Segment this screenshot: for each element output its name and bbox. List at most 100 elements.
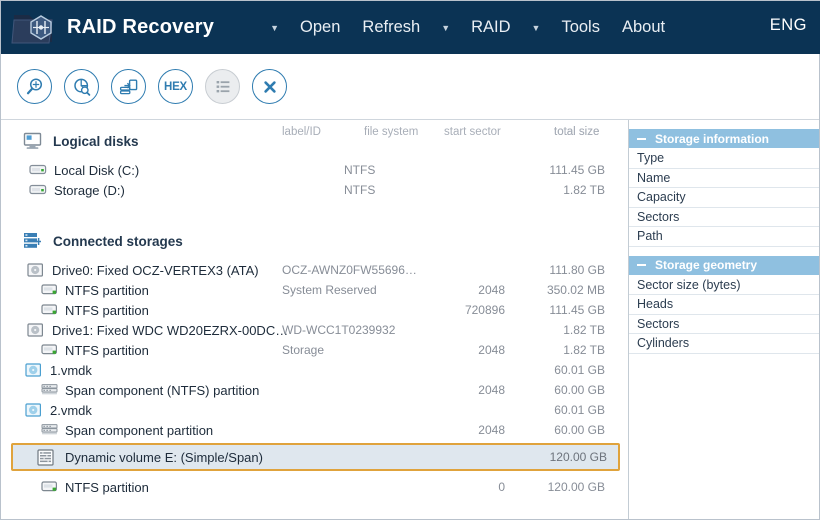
table-row[interactable]: 1.vmdk 60.01 GB — [1, 360, 628, 380]
property-row-heads[interactable]: Heads — [629, 295, 819, 315]
chevron-down-icon-tools[interactable]: ▼ — [532, 24, 541, 33]
chevron-down-icon-raid[interactable]: ▼ — [441, 24, 450, 33]
list-view-icon — [213, 77, 233, 97]
row-total-size: 350.02 MB — [501, 283, 605, 297]
minus-icon[interactable] — [637, 138, 646, 140]
table-row[interactable]: NTFS partition 720896 111.45 GB — [1, 300, 628, 320]
menu-item-tools[interactable]: Tools — [550, 18, 611, 37]
property-row-path[interactable]: Path — [629, 227, 819, 247]
minus-icon[interactable] — [637, 264, 646, 266]
row-total-size: 111.45 GB — [501, 163, 605, 177]
storage-information-title: Storage information — [655, 132, 769, 146]
property-row-type[interactable]: Type — [629, 149, 819, 169]
span-icon — [41, 423, 59, 437]
row-start-sector: 720896 — [401, 303, 505, 317]
menu-item-open[interactable]: Open — [289, 18, 351, 37]
chevron-down-icon-open[interactable]: ▼ — [270, 24, 279, 33]
partition-icon — [41, 283, 59, 297]
row-name: NTFS partition — [65, 343, 149, 358]
physical-disk-icon — [27, 263, 45, 277]
row-start-sector: 2048 — [401, 383, 505, 397]
menu-item-raid[interactable]: RAID — [460, 18, 521, 37]
storage-geometry-header[interactable]: Storage geometry — [629, 256, 819, 276]
row-file-system: NTFS — [344, 163, 375, 177]
row-total-size: 111.80 GB — [501, 263, 605, 277]
row-name: Storage (D:) — [54, 183, 125, 198]
scan-button[interactable] — [17, 69, 52, 104]
row-label-id: OCZ-AWNZ0FW55696… — [282, 263, 417, 277]
row-start-sector: 2048 — [401, 423, 505, 437]
disk-analysis-button[interactable] — [64, 69, 99, 104]
connected-storages-list: Drive0: Fixed OCZ-VERTEX3 (ATA) OCZ-AWNZ… — [1, 260, 628, 497]
language-selector[interactable]: ENG — [770, 16, 807, 35]
table-row[interactable]: Drive1: Fixed WDC WD20EZRX-00DC… WD-WCC1… — [1, 320, 628, 340]
table-row[interactable]: Drive0: Fixed OCZ-VERTEX3 (ATA) OCZ-AWNZ… — [1, 260, 628, 280]
span-icon — [41, 383, 59, 397]
hex-label: HEX — [164, 81, 187, 93]
table-row[interactable]: NTFS partition 0 120.00 GB — [1, 477, 628, 497]
main-content: Logical disks file system total size Loc… — [1, 120, 819, 519]
property-label: Capacity — [637, 190, 686, 204]
close-button[interactable] — [252, 69, 287, 104]
property-row-sectors[interactable]: Sectors — [629, 208, 819, 228]
table-row[interactable]: 2.vmdk 60.01 GB — [1, 400, 628, 420]
property-label: Sectors — [637, 210, 679, 224]
storages-icon — [23, 232, 43, 250]
hex-viewer-button[interactable]: HEX — [158, 69, 193, 104]
row-total-size: 60.01 GB — [501, 363, 605, 377]
property-label: Name — [637, 171, 670, 185]
row-total-size: 111.45 GB — [501, 303, 605, 317]
row-name: NTFS partition — [65, 283, 149, 298]
table-row[interactable]: Span component (NTFS) partition 2048 60.… — [1, 380, 628, 400]
row-start-sector: 2048 — [401, 343, 505, 357]
monitor-icon — [23, 132, 43, 150]
table-row[interactable]: NTFS partition Storage 2048 1.82 TB — [1, 340, 628, 360]
table-row[interactable]: Span component partition 2048 60.00 GB — [1, 420, 628, 440]
row-name: 2.vmdk — [50, 403, 92, 418]
row-label-id: Storage — [282, 343, 324, 357]
table-row[interactable]: Local Disk (C:) NTFS 111.45 GB — [1, 160, 628, 180]
menu-item-refresh[interactable]: Refresh — [351, 18, 431, 37]
dynamic-volume-icon — [37, 449, 57, 466]
list-view-button[interactable] — [205, 69, 240, 104]
row-total-size: 60.01 GB — [501, 403, 605, 417]
property-row-cylinders[interactable]: Cylinders — [629, 334, 819, 354]
main-menu: ▼ Open Refresh ▼ RAID ▼ Tools About — [260, 18, 676, 37]
property-label: Sector size (bytes) — [637, 278, 741, 292]
raid-recovery-window: RAID Recovery ▼ Open Refresh ▼ RAID ▼ To… — [0, 0, 820, 520]
storage-information-header[interactable]: Storage information — [629, 129, 819, 149]
row-label-id: System Reserved — [282, 283, 377, 297]
menu-item-about[interactable]: About — [611, 18, 676, 37]
property-row-sector-size[interactable]: Sector size (bytes) — [629, 276, 819, 296]
partition-icon — [41, 303, 59, 317]
row-total-size: 120.00 GB — [501, 480, 605, 494]
row-name: Drive0: Fixed OCZ-VERTEX3 (ATA) — [52, 263, 259, 278]
column-start-sector: start sector — [444, 126, 501, 138]
disk-image-icon — [118, 76, 140, 98]
row-total-size: 1.82 TB — [501, 323, 605, 337]
drive-icon — [29, 163, 47, 177]
row-name: Span component partition — [65, 423, 213, 438]
row-total-size: 1.82 TB — [501, 183, 605, 197]
storage-tree-panel[interactable]: Logical disks file system total size Loc… — [1, 120, 629, 519]
connected-storages-title: Connected storages — [53, 234, 183, 249]
column-file-system: file system — [364, 126, 418, 138]
row-name: Local Disk (C:) — [54, 163, 139, 178]
row-start-sector: 0 — [401, 480, 505, 494]
property-label: Heads — [637, 297, 673, 311]
property-label: Sectors — [637, 317, 679, 331]
logical-disks-title: Logical disks — [53, 134, 139, 149]
table-row[interactable]: Storage (D:) NTFS 1.82 TB — [1, 180, 628, 200]
disk-image-button[interactable] — [111, 69, 146, 104]
property-label: Cylinders — [637, 336, 689, 350]
physical-disk-icon — [27, 323, 45, 337]
row-name: NTFS partition — [65, 303, 149, 318]
property-row-capacity[interactable]: Capacity — [629, 188, 819, 208]
connected-storages-section-header: Connected storages label/ID start sector… — [1, 228, 628, 254]
table-row[interactable]: NTFS partition System Reserved 2048 350.… — [1, 280, 628, 300]
property-row-name[interactable]: Name — [629, 169, 819, 189]
storage-information-rows: Type Name Capacity Sectors Path — [629, 149, 819, 247]
property-row-sectors[interactable]: Sectors — [629, 315, 819, 335]
partition-icon — [41, 343, 59, 357]
table-row-selected[interactable]: Dynamic volume E: (Simple/Span) 120.00 G… — [11, 443, 620, 471]
